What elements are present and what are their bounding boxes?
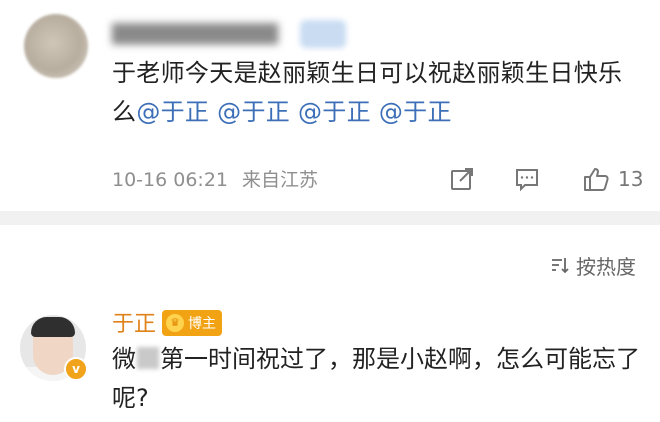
sort-icon [552,258,569,274]
sort-by-heat-button[interactable]: 按热度 [550,250,636,280]
commenter-avatar[interactable] [24,14,88,78]
sort-label: 按热度 [576,254,636,279]
commenter-name-blurred: ████████████ [112,24,279,45]
blogger-badge-label: 博主 [188,316,216,332]
crown-icon: ♛ [166,314,184,332]
verified-v-icon: v [64,357,88,381]
like-button[interactable]: 13 [582,163,643,195]
blogger-name[interactable]: 于正 [112,310,156,340]
blurred-character [137,347,159,369]
comment-icon[interactable] [513,163,541,195]
comment-timestamp: 10-16 06:21 [112,169,229,191]
section-divider [0,211,660,225]
mention-link[interactable]: @于正 [298,98,371,126]
thumbs-up-icon [584,168,609,191]
reply-text-rest: 第一时间祝过了，那是小赵啊，怎么可能忘了呢? [112,345,640,412]
reply-text: 微第一时间祝过了，那是小赵啊，怎么可能忘了呢? [112,340,642,418]
mention-link[interactable]: @于正 [217,98,290,126]
share-icon[interactable] [448,163,476,195]
mention-link[interactable]: @于正 [136,98,209,126]
comment-text: 于老师今天是赵丽颖生日可以祝赵丽颖生日快乐么@于正 @于正 @于正 @于正 [112,54,642,132]
reply-text-start: 微 [112,345,136,373]
comment-location: 来自江苏 [242,169,319,191]
commenter-badge-blurred [300,20,346,48]
like-count: 13 [618,167,644,191]
comment-meta: 10-16 06:21 来自江苏 [112,165,318,195]
mention-link[interactable]: @于正 [379,98,452,126]
blogger-badge: ♛ 博主 [162,310,222,336]
